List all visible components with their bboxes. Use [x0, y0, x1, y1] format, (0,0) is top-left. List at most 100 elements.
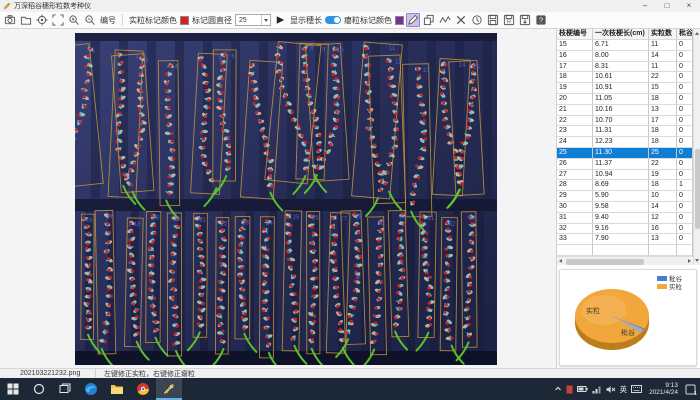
search-button[interactable]: [26, 378, 52, 400]
table-row[interactable]: 2412.23180: [557, 137, 693, 148]
table-cell: 18: [649, 94, 677, 105]
edge-browser-icon[interactable]: [78, 378, 104, 400]
svg-text:24: 24: [266, 221, 273, 227]
delete-icon[interactable]: [454, 13, 468, 27]
table-cell: 0: [677, 148, 693, 159]
table-row[interactable]: 288.69181: [557, 180, 693, 191]
table-cell: 0: [677, 137, 693, 148]
save-image-icon[interactable]: [518, 13, 532, 27]
table-row[interactable]: 2311.31180: [557, 126, 693, 137]
table-cell: 16: [557, 51, 593, 62]
table-cell: 18: [557, 72, 593, 83]
fit-screen-icon[interactable]: [51, 13, 65, 27]
table-row[interactable]: 1910.91150: [557, 83, 693, 94]
clock[interactable]: 9:13 2021/4/24: [646, 382, 681, 397]
battery-icon[interactable]: [577, 385, 588, 393]
browser-icon[interactable]: [130, 378, 156, 400]
zoom-out-icon[interactable]: [83, 13, 97, 27]
grain-table[interactable]: 枝梗编号一次枝梗长(cm)实粒数秕谷数156.71110168.00140178…: [557, 29, 693, 256]
table-row[interactable]: 2210.70170: [557, 116, 693, 127]
zoom-in-icon[interactable]: [67, 13, 81, 27]
table-row[interactable]: 1810.61220: [557, 72, 693, 83]
chevron-down-icon[interactable]: [261, 15, 270, 25]
table-cell: 30: [557, 202, 593, 213]
table-row[interactable]: 168.00140: [557, 51, 693, 62]
table-row[interactable]: 156.71110: [557, 40, 693, 51]
language-indicator[interactable]: 英: [620, 384, 628, 395]
svg-text:14: 14: [459, 63, 466, 69]
vertical-scroll-thumb[interactable]: [695, 149, 700, 229]
table-cell: 10.70: [593, 116, 649, 127]
svg-text:秕谷: 秕谷: [669, 274, 683, 283]
panicle-photo[interactable]: 1234567891011121314151617181920212223242…: [75, 33, 497, 365]
svg-text:11: 11: [389, 46, 396, 52]
column-header[interactable]: 枝梗编号: [557, 29, 593, 40]
table-vertical-scrollbar[interactable]: [693, 29, 700, 265]
help-icon[interactable]: ?: [534, 13, 548, 27]
table-cell: 15: [649, 83, 677, 94]
volume-muted-icon[interactable]: [606, 385, 616, 394]
svg-text:28: 28: [356, 215, 363, 221]
notification-center-icon[interactable]: 1: [685, 384, 696, 395]
seed-analyzer-app-button[interactable]: [156, 378, 182, 400]
horizontal-scroll-thumb[interactable]: [566, 259, 644, 265]
table-cell: 0: [677, 224, 693, 235]
table-row[interactable]: 2710.94190: [557, 170, 693, 181]
start-button[interactable]: [0, 378, 26, 400]
tray-expand-chevron-icon[interactable]: [554, 385, 562, 393]
touch-keyboard-icon[interactable]: [631, 385, 642, 393]
table-row[interactable]: 309.58140: [557, 202, 693, 213]
table-horizontal-scrollbar[interactable]: [557, 256, 693, 265]
copy-icon[interactable]: [422, 13, 436, 27]
scroll-up-icon[interactable]: [695, 32, 699, 35]
play-button[interactable]: [273, 13, 287, 27]
table-cell: 0: [677, 72, 693, 83]
polyline-icon[interactable]: [438, 13, 452, 27]
table-row[interactable]: 337.90130: [557, 234, 693, 245]
results-panel: 枝梗编号一次枝梗长(cm)实粒数秕谷数156.71110168.00140178…: [557, 29, 700, 368]
column-header[interactable]: 秕谷数: [677, 29, 693, 40]
column-header[interactable]: 一次枝梗长(cm): [593, 29, 649, 40]
task-view-button[interactable]: [52, 378, 78, 400]
table-cell: 11.31: [593, 126, 649, 137]
empty-color-swatch[interactable]: [395, 16, 404, 25]
maximize-button[interactable]: □: [656, 0, 678, 12]
target-icon[interactable]: [35, 13, 49, 27]
history-icon[interactable]: [470, 13, 484, 27]
diameter-combobox[interactable]: 25: [235, 14, 271, 26]
show-length-toggle[interactable]: [325, 16, 341, 24]
open-folder-icon[interactable]: [19, 13, 33, 27]
save-icon[interactable]: [486, 13, 500, 27]
table-cell: 0: [677, 40, 693, 51]
scroll-right-icon[interactable]: [688, 259, 691, 263]
table-cell: 11: [649, 40, 677, 51]
table-cell: 11.37: [593, 159, 649, 170]
svg-text:10: 10: [337, 48, 344, 54]
save-report-icon[interactable]: R: [502, 13, 516, 27]
tray-app-icon[interactable]: [566, 385, 573, 394]
table-row[interactable]: 295.90100: [557, 191, 693, 202]
network-icon[interactable]: [592, 385, 602, 394]
table-cell: 13: [649, 105, 677, 116]
table-cell: 10.16: [593, 105, 649, 116]
table-cell: 0: [677, 159, 693, 170]
table-row[interactable]: 2511.30250: [557, 148, 693, 159]
number-button[interactable]: 编号: [99, 15, 117, 26]
table-row[interactable]: 319.40120: [557, 213, 693, 224]
table-row[interactable]: 2011.05180: [557, 94, 693, 105]
clock-time: 9:13: [649, 382, 678, 390]
scroll-down-icon[interactable]: [695, 259, 699, 262]
pencil-tool-icon[interactable]: [406, 13, 420, 27]
column-header[interactable]: 实粒数: [649, 29, 677, 40]
file-explorer-icon[interactable]: [104, 378, 130, 400]
camera-icon[interactable]: [3, 13, 17, 27]
table-row[interactable]: 2110.16130: [557, 105, 693, 116]
table-row[interactable]: 178.31110: [557, 62, 693, 73]
table-row[interactable]: 2611.37220: [557, 159, 693, 170]
minimize-button[interactable]: –: [634, 0, 656, 12]
filled-color-swatch[interactable]: [180, 16, 189, 25]
image-canvas-panel[interactable]: 1234567891011121314151617181920212223242…: [0, 29, 557, 368]
table-row[interactable]: 329.16160: [557, 224, 693, 235]
close-button[interactable]: ×: [678, 0, 700, 12]
scroll-left-icon[interactable]: [559, 259, 562, 263]
